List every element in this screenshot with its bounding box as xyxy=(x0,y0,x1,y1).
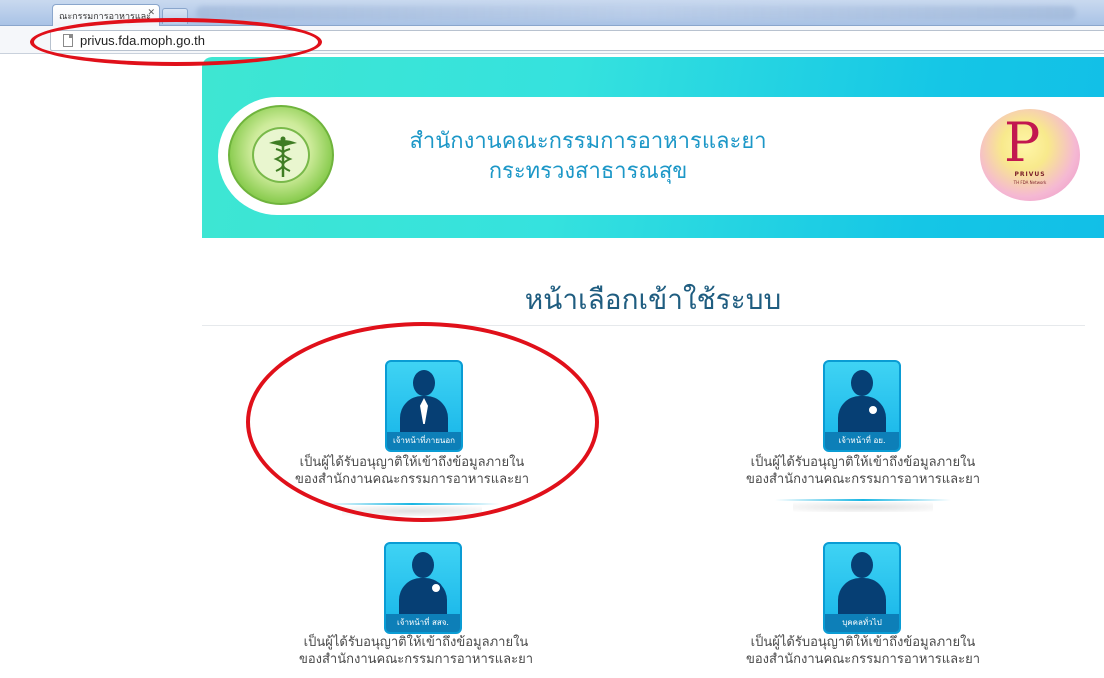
blurred-tab-area xyxy=(196,6,1076,20)
person-body-icon xyxy=(838,578,886,616)
card-description-line2: ของสำนักงานคณะกรรมการอาหารและยา xyxy=(298,652,534,667)
card-shadow xyxy=(793,502,933,512)
card-description-line1: เป็นผู้ได้รับอนุญาติให้เข้าถึงข้อมูลภายใ… xyxy=(303,635,529,650)
card-description-line2: ของสำนักงานคณะกรรมการอาหารและยา xyxy=(745,652,981,667)
badge-icon xyxy=(430,582,442,594)
heading-divider xyxy=(202,325,1085,326)
privus-logo-subtitle: TH FDA Network xyxy=(1013,180,1047,185)
card-underline xyxy=(775,499,951,501)
person-head-icon xyxy=(851,370,873,396)
fda-seal-center xyxy=(252,127,310,183)
organization-title-line2: กระทรวงสาธารณสุข xyxy=(488,159,688,184)
banner-white-panel: สำนักงานคณะกรรมการอาหารและยา กระทรวงสาธา… xyxy=(218,97,1104,215)
person-head-icon xyxy=(851,552,873,578)
fda-seal-logo xyxy=(228,105,334,205)
page-title: หน้าเลือกเข้าใช้ระบบ xyxy=(524,283,782,316)
provincial-staff-icon[interactable]: เจ้าหน้าที่ สสจ. xyxy=(384,542,462,634)
person-head-icon xyxy=(412,552,434,578)
card-description-line2: ของสำนักงานคณะกรรมการอาหารและยา xyxy=(745,472,981,487)
card-highlight-ellipse xyxy=(246,322,599,522)
badge-icon xyxy=(867,404,879,416)
card-description: เป็นผู้ได้รับอนุญาติให้เข้าถึงข้อมูลภายใ… xyxy=(256,634,576,668)
card-description-line1: เป็นผู้ได้รับอนุญาติให้เข้าถึงข้อมูลภายใ… xyxy=(750,635,976,650)
card-label-general-public: บุคคลทั่วไป xyxy=(825,614,899,632)
organization-title-line1: สำนักงานคณะกรรมการอาหารและยา xyxy=(409,129,767,154)
header-banner: สำนักงานคณะกรรมการอาหารและยา กระทรวงสาธา… xyxy=(202,57,1104,238)
organization-title: สำนักงานคณะกรรมการอาหารและยา กระทรวงสาธา… xyxy=(368,127,808,187)
card-description: เป็นผู้ได้รับอนุญาติให้เข้าถึงข้อมูลภายใ… xyxy=(703,634,1023,668)
general-public-icon[interactable]: บุคคลทั่วไป xyxy=(823,542,901,634)
privus-logo-letter: P xyxy=(1004,111,1041,174)
tab-close-icon[interactable]: ✕ xyxy=(147,8,155,18)
card-label-fda-staff: เจ้าหน้าที่ อย. xyxy=(825,432,899,450)
person-body-icon xyxy=(838,396,886,434)
privus-logo-word: PRIVUS xyxy=(1014,171,1046,178)
card-description: เป็นผู้ได้รับอนุญาติให้เข้าถึงข้อมูลภายใ… xyxy=(703,454,1023,488)
fda-staff-icon[interactable]: เจ้าหน้าที่ อย. xyxy=(823,360,901,452)
caduceus-icon xyxy=(269,136,297,177)
url-highlight-ellipse xyxy=(30,18,322,66)
privus-logo: P PRIVUS TH FDA Network xyxy=(980,109,1080,201)
card-label-provincial-staff: เจ้าหน้าที่ สสจ. xyxy=(386,614,460,632)
card-description-line1: เป็นผู้ได้รับอนุญาติให้เข้าถึงข้อมูลภายใ… xyxy=(750,455,976,470)
